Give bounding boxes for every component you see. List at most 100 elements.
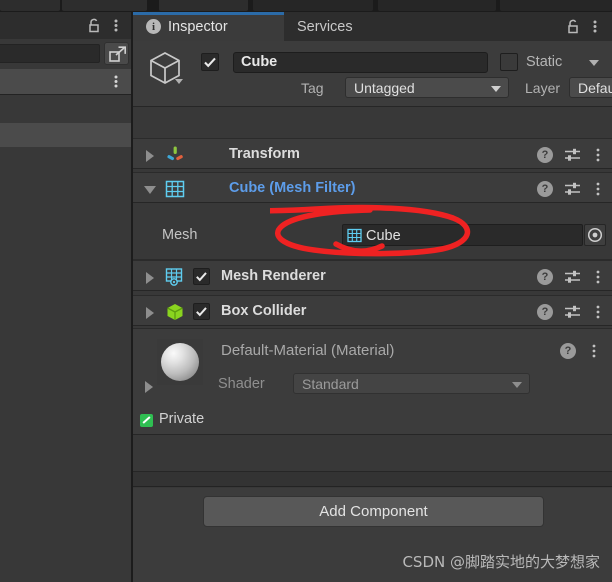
- mesh-object-field[interactable]: Cube: [342, 224, 583, 246]
- ghost-tab-1[interactable]: [0, 0, 60, 11]
- component-title: Mesh Renderer: [221, 268, 326, 284]
- material-block: Default-Material (Material) ? Shader Sta…: [133, 328, 612, 435]
- component-row-transform[interactable]: Transform ?: [133, 138, 612, 169]
- open-in-new-icon[interactable]: [104, 42, 129, 65]
- mesh-property-label: Mesh: [162, 227, 198, 243]
- unity-editor-window: i Inspector Services Cube Static Tag Unt…: [0, 0, 612, 582]
- mesh-property-row: Mesh Cube: [133, 215, 612, 260]
- help-icon[interactable]: ?: [537, 304, 553, 320]
- inspector-separator-strip: [133, 472, 612, 487]
- help-icon[interactable]: ?: [560, 343, 576, 359]
- component-actions: ?: [537, 304, 604, 320]
- preset-sliders-icon[interactable]: [564, 181, 581, 197]
- component-row-mesh-renderer[interactable]: Mesh Renderer ?: [133, 260, 612, 291]
- foldout-arrow-icon[interactable]: [146, 307, 154, 319]
- hierarchy-tree[interactable]: [0, 95, 131, 582]
- green-check-icon: [140, 414, 153, 427]
- foldout-arrow-icon[interactable]: [144, 186, 156, 194]
- preset-sliders-icon[interactable]: [564, 147, 581, 163]
- component-title: Transform: [229, 146, 300, 162]
- object-picker-icon[interactable]: [584, 224, 606, 246]
- gameobject-name-input[interactable]: Cube: [233, 52, 488, 73]
- static-checkbox[interactable]: [500, 53, 518, 71]
- tag-dropdown[interactable]: Untagged: [345, 77, 509, 98]
- shader-label: Shader: [218, 376, 265, 392]
- component-title: Cube (Mesh Filter): [229, 180, 356, 196]
- shader-value: Standard: [302, 376, 359, 392]
- window-tab-strip: [0, 0, 612, 12]
- static-label: Static: [526, 54, 563, 70]
- mesh-object-value: Cube: [366, 228, 401, 244]
- kebab-menu-icon[interactable]: [109, 18, 123, 33]
- ghost-tab-6[interactable]: [500, 0, 612, 11]
- tab-services-label: Services: [297, 18, 353, 35]
- private-label: Private: [159, 411, 205, 427]
- chevron-down-icon[interactable]: [589, 60, 599, 66]
- hierarchy-panel: [0, 12, 131, 582]
- layer-dropdown[interactable]: Default: [569, 77, 612, 98]
- kebab-menu-icon[interactable]: [588, 343, 600, 359]
- mesh-grid-icon: [347, 228, 362, 243]
- add-component-button[interactable]: Add Component: [203, 496, 544, 527]
- private-row: Private Add...: [133, 407, 612, 436]
- tab-services[interactable]: Services: [284, 12, 366, 41]
- inspector-tabbar: i Inspector Services: [133, 12, 612, 41]
- component-row-box-collider[interactable]: Box Collider ?: [133, 295, 612, 326]
- ghost-tab-4[interactable]: [253, 0, 373, 11]
- hierarchy-selected-row[interactable]: [0, 123, 131, 147]
- foldout-arrow-icon[interactable]: [145, 381, 153, 393]
- preset-sliders-icon[interactable]: [564, 304, 581, 320]
- kebab-menu-icon[interactable]: [592, 147, 604, 163]
- kebab-menu-icon[interactable]: [592, 304, 604, 320]
- chevron-down-icon: [512, 382, 522, 388]
- chevron-down-icon[interactable]: [175, 79, 183, 84]
- material-sphere-preview[interactable]: [157, 339, 203, 385]
- kebab-menu-icon[interactable]: [592, 181, 604, 197]
- hierarchy-search-row: [0, 40, 131, 68]
- gameobject-header: Cube Static Tag Untagged Layer Default: [133, 41, 612, 107]
- tab-inspector-label: Inspector: [168, 18, 228, 35]
- component-title: Box Collider: [221, 303, 307, 319]
- component-row-mesh-filter[interactable]: Cube (Mesh Filter) ?: [133, 172, 612, 203]
- kebab-menu-icon[interactable]: [592, 269, 604, 285]
- box-collider-icon: [165, 302, 185, 322]
- search-input[interactable]: [0, 44, 100, 63]
- tag-label: Tag: [301, 80, 324, 96]
- component-enable-checkbox[interactable]: [193, 303, 210, 320]
- preset-sliders-icon[interactable]: [564, 269, 581, 285]
- lock-open-icon[interactable]: [566, 19, 580, 34]
- shader-dropdown[interactable]: Standard: [293, 373, 530, 394]
- info-icon: i: [146, 19, 161, 34]
- kebab-menu-icon[interactable]: [588, 19, 602, 34]
- inspector-panel: i Inspector Services Cube Static Tag Unt…: [133, 12, 612, 582]
- inspector-empty-strip: [133, 435, 612, 472]
- material-title: Default-Material (Material): [221, 342, 395, 359]
- component-actions: ?: [537, 147, 604, 163]
- foldout-arrow-icon[interactable]: [146, 272, 154, 284]
- watermark-text: CSDN @脚踏实地的大梦想家: [402, 553, 600, 571]
- layer-value: Default: [578, 80, 612, 96]
- material-sphere: [161, 343, 199, 381]
- tab-inspector[interactable]: i Inspector: [133, 12, 284, 41]
- hierarchy-header: [0, 12, 131, 39]
- ghost-tab-5[interactable]: [378, 0, 496, 11]
- foldout-arrow-icon[interactable]: [146, 150, 154, 162]
- component-enable-checkbox[interactable]: [193, 268, 210, 285]
- chevron-down-icon: [491, 86, 501, 92]
- transform-gizmo-icon: [165, 145, 185, 165]
- kebab-menu-icon[interactable]: [109, 74, 123, 89]
- gameobject-active-checkbox[interactable]: [201, 53, 219, 71]
- ghost-tab-3[interactable]: [159, 0, 248, 11]
- mesh-renderer-icon: [165, 267, 185, 287]
- lock-open-icon[interactable]: [87, 18, 101, 33]
- mesh-filter-grid-icon: [165, 179, 185, 199]
- component-actions: ?: [537, 269, 604, 285]
- help-icon[interactable]: ?: [537, 269, 553, 285]
- ghost-tab-2[interactable]: [62, 0, 147, 11]
- component-actions: ?: [537, 181, 604, 197]
- help-icon[interactable]: ?: [537, 147, 553, 163]
- layer-label: Layer: [525, 80, 561, 96]
- hierarchy-toolbar: [0, 69, 131, 95]
- tag-value: Untagged: [354, 80, 415, 96]
- help-icon[interactable]: ?: [537, 181, 553, 197]
